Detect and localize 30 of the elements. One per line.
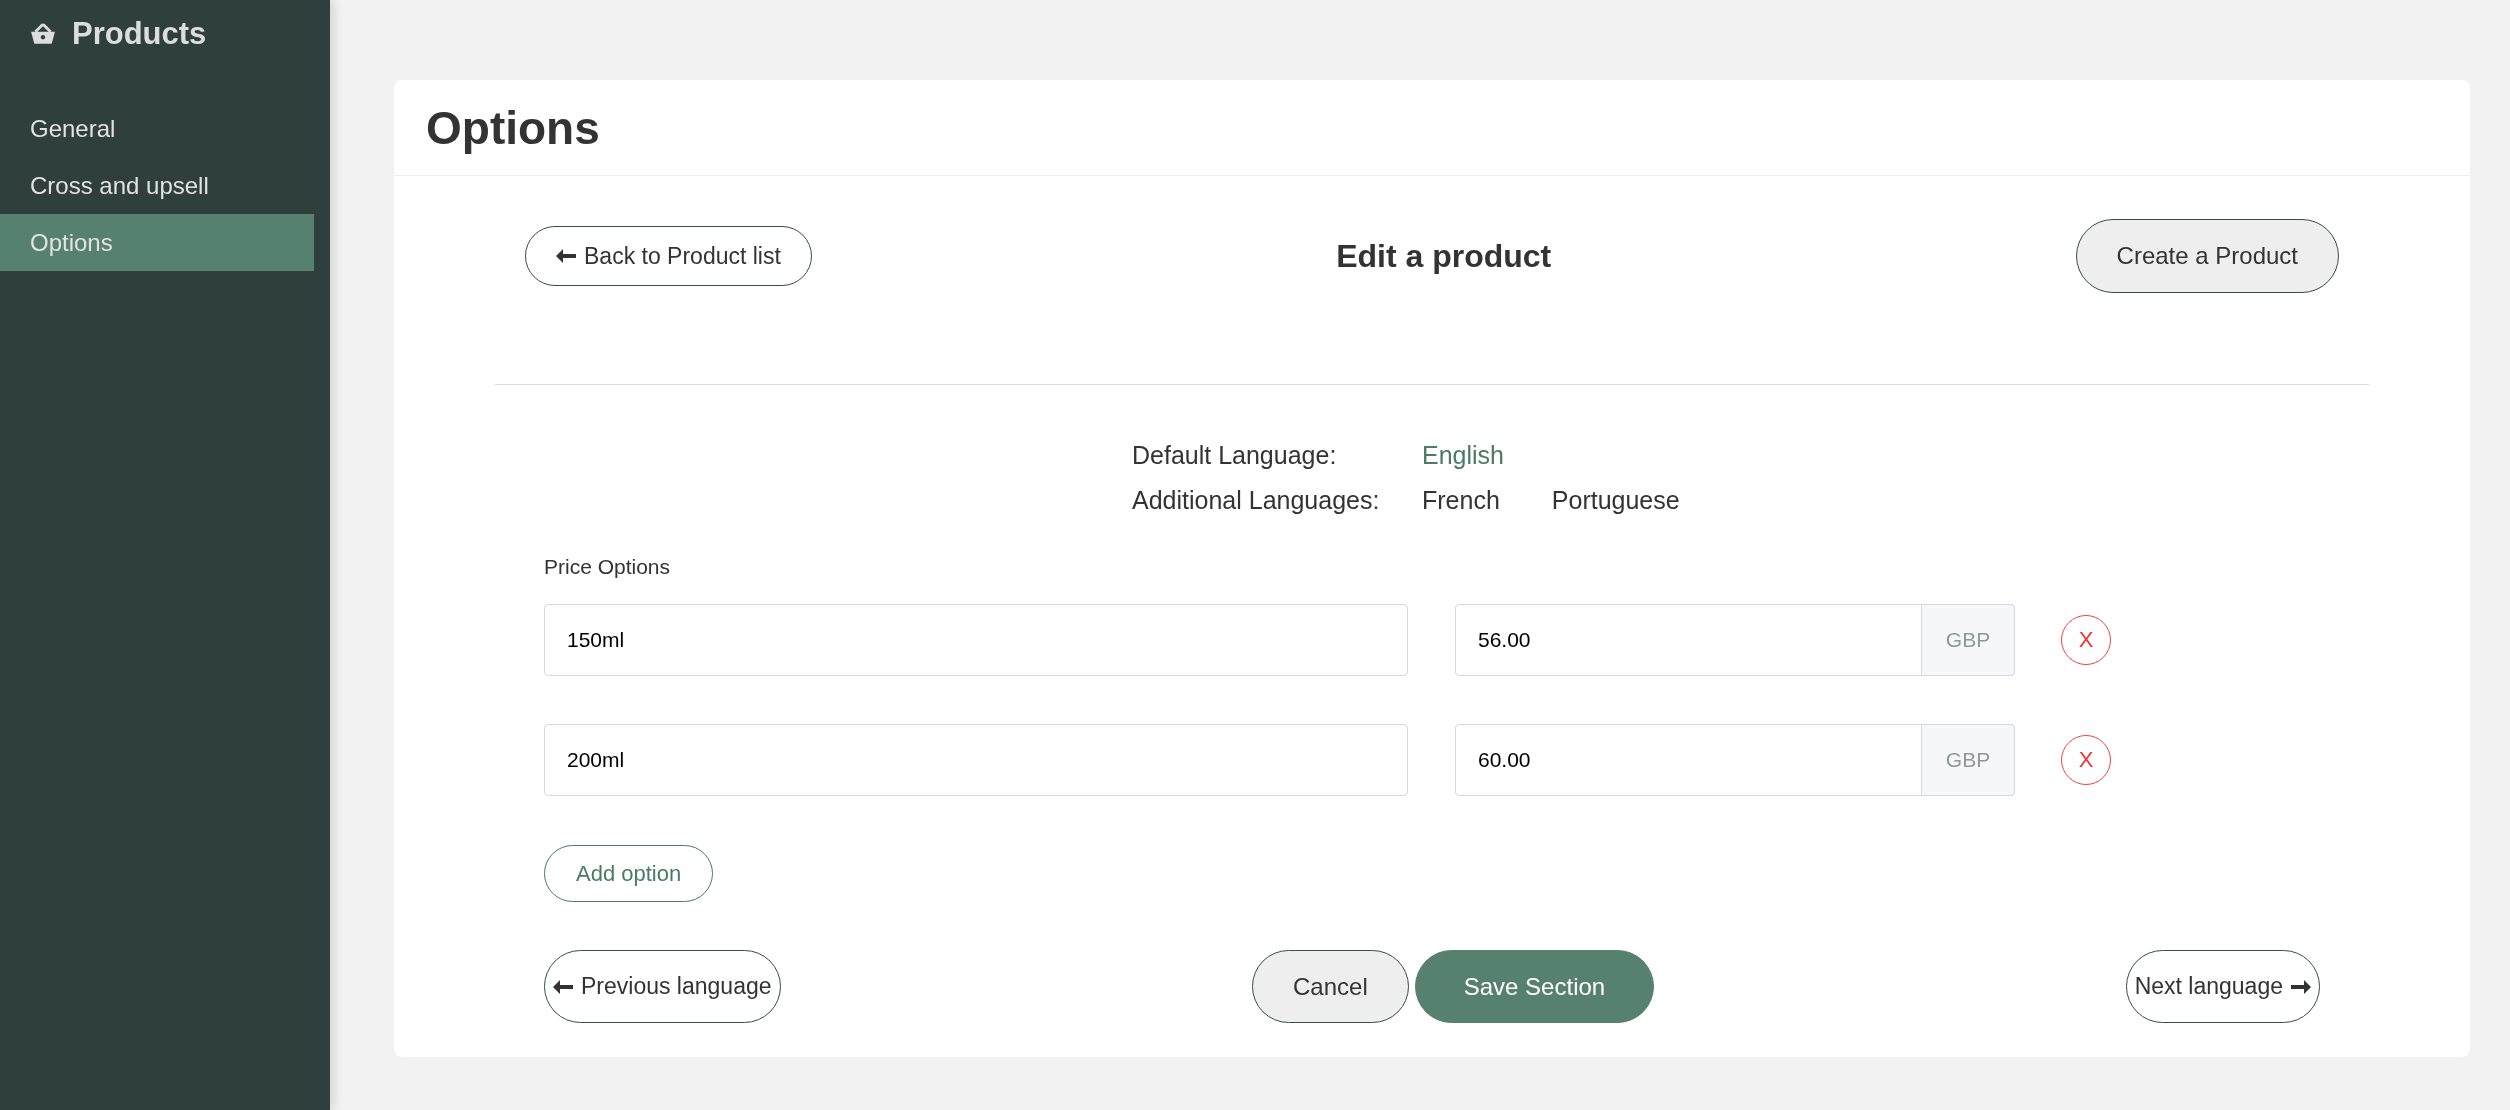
price-field[interactable]: 56.00 <box>1455 604 1922 676</box>
currency-addon: GBP <box>1922 724 2015 796</box>
remove-option-button[interactable]: X <box>2061 735 2111 785</box>
sidebar-title: Products <box>72 16 207 52</box>
language-label: Default Language: <box>1132 441 1338 470</box>
right-arrow-icon <box>2291 979 2311 994</box>
option-name-field[interactable]: 150ml <box>544 604 1408 676</box>
price-field[interactable]: 60.00 <box>1455 724 1922 796</box>
sidebar-item[interactable]: Cross and upsell <box>0 157 314 214</box>
language-name[interactable]: English <box>1422 441 1504 470</box>
currency-addon: GBP <box>1922 604 2015 676</box>
remove-option-button[interactable]: X <box>2061 615 2111 665</box>
left-arrow-icon <box>553 979 573 994</box>
language-label: Additional Languages: <box>1132 486 1381 515</box>
back-button[interactable]: Back to Product list <box>525 226 812 286</box>
next-language-button[interactable]: Next language <box>2125 950 2320 1023</box>
form-heading: Edit a product <box>1336 237 1552 275</box>
save-section-button[interactable]: Save Section <box>1414 950 1655 1023</box>
price-options-label: Price Options <box>544 555 672 579</box>
left-arrow-icon <box>556 249 576 263</box>
page-title: Options <box>426 100 600 155</box>
language-name[interactable]: Portuguese <box>1551 486 1680 515</box>
basket-icon <box>30 23 56 45</box>
option-name-field[interactable]: 200ml <box>544 724 1408 796</box>
sidebar-item[interactable]: General <box>0 100 314 157</box>
cancel-button[interactable]: Cancel <box>1252 950 1409 1023</box>
previous-language-button[interactable]: Previous language <box>544 950 781 1023</box>
create-product-button[interactable]: Create a Product <box>2075 219 2339 293</box>
add-option-button[interactable]: Add option <box>544 845 714 902</box>
language-name[interactable]: French <box>1422 486 1500 515</box>
